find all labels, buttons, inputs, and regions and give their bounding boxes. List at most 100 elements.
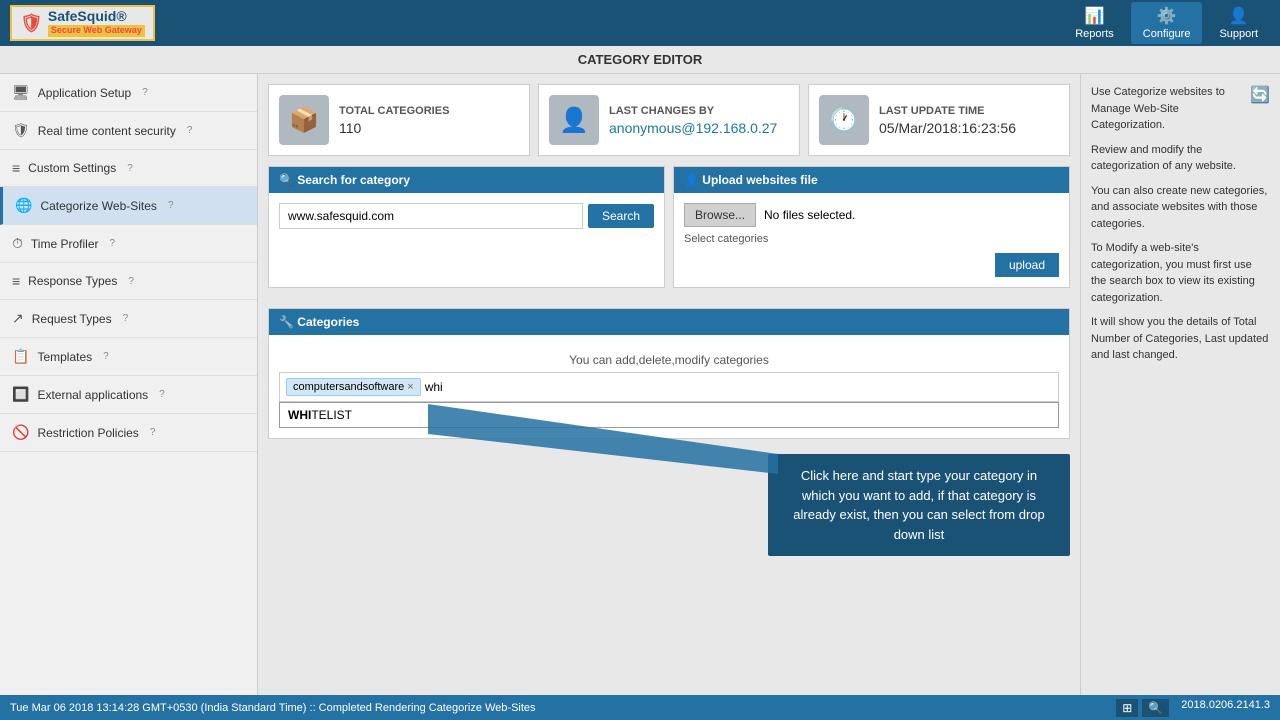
upload-button[interactable]: upload [995, 253, 1059, 277]
sidebar-label-time-profiler: Time Profiler [31, 237, 99, 251]
external-apps-help: ? [159, 389, 165, 400]
nav-support-button[interactable]: 👤 Support [1207, 2, 1270, 44]
categorize-help: ? [168, 200, 174, 211]
search-panel-header: 🔍 Search for category [269, 167, 664, 193]
sidebar-item-categorize-web-sites[interactable]: 🌐 Categorize Web-Sites ? [0, 187, 257, 225]
categories-body: You can add,delete,modify categories com… [269, 335, 1069, 438]
status-icon-btn-1[interactable]: ⊞ [1116, 699, 1138, 717]
last-update-label: LAST UPDATE TIME [879, 105, 1016, 117]
categorize-icon: 🌐 [15, 197, 32, 214]
sidebar-label-application-setup: Application Setup [38, 86, 131, 100]
application-setup-icon: 🖥 [12, 84, 30, 101]
right-info-line-4: To Modify a web-site's categorization, y… [1091, 240, 1270, 306]
sidebar-item-time-profiler[interactable]: ⏱ Time Profiler ? [0, 225, 257, 263]
logo-shield-icon: 🛡 [20, 13, 43, 34]
upload-row: Browse... No files selected. [684, 203, 1059, 227]
sidebar-item-application-setup[interactable]: 🖥 Application Setup ? [0, 74, 257, 112]
nav-reports-label: Reports [1075, 28, 1114, 40]
search-input-row: Search [279, 203, 654, 229]
templates-help: ? [103, 351, 109, 362]
category-dropdown: WHITELIST [279, 402, 1059, 428]
sidebar-item-real-time-content[interactable]: 🛡 Real time content security ? [0, 112, 257, 150]
no-file-text: No files selected. [764, 208, 855, 222]
tag-input-container[interactable]: computersandsoftware × [279, 372, 1059, 402]
custom-settings-help: ? [127, 163, 133, 174]
logo-text: SafeSquid® Secure Web Gateway [48, 9, 145, 36]
sidebar-item-request-types[interactable]: ↗ Request Types ? [0, 300, 257, 338]
configure-icon: ⚙️ [1157, 6, 1177, 26]
nav-configure-button[interactable]: ⚙️ Configure [1131, 2, 1203, 44]
custom-settings-icon: ≡ [12, 160, 20, 176]
page-title: CATEGORY EDITOR [0, 46, 1280, 74]
sidebar-label-request-types: Request Types [32, 312, 112, 326]
sidebar-item-templates[interactable]: 📋 Templates ? [0, 338, 257, 376]
upload-panel-body: Browse... No files selected. Select cate… [674, 193, 1069, 287]
sidebar-label-templates: Templates [37, 350, 92, 364]
stat-last-changes-text: LAST CHANGES BY anonymous@192.168.0.27 [609, 105, 777, 136]
sidebar-label-restriction: Restriction Policies [37, 426, 138, 440]
nav-buttons: 📊 Reports ⚙️ Configure 👤 Support [1063, 2, 1270, 44]
stat-total-categories: 📦 TOTAL CATEGORIES 110 [268, 84, 530, 156]
upload-header-text: 👤 Upload websites file [684, 173, 818, 187]
status-bar: Tue Mar 06 2018 13:14:28 GMT+0530 (India… [0, 695, 1280, 720]
dropdown-item-whitelist[interactable]: WHITELIST [280, 403, 1058, 427]
last-changes-label: LAST CHANGES BY [609, 105, 777, 117]
stat-total-categories-text: TOTAL CATEGORIES 110 [339, 105, 449, 136]
external-apps-icon: 🔲 [12, 386, 29, 403]
right-info-line-2: Review and modify the categorization of … [1091, 142, 1270, 175]
restriction-icon: 🚫 [12, 424, 29, 441]
categories-panel: 🔧 Categories You can add,delete,modify c… [268, 308, 1070, 439]
right-info-line-5: It will show you the details of Total Nu… [1091, 314, 1270, 364]
total-categories-label: TOTAL CATEGORIES [339, 105, 449, 117]
status-bar-version: 2018.0206.2141.3 [1181, 699, 1270, 717]
real-time-help: ? [187, 125, 193, 136]
sidebar-label-response-types: Response Types [28, 274, 117, 288]
status-icons: ⊞ 🔍 2018.0206.2141.3 [1116, 699, 1270, 717]
right-info-line-3: You can also create new categories, and … [1091, 183, 1270, 233]
dropdown-match-bold: WHI [288, 408, 311, 422]
nav-support-label: Support [1219, 28, 1258, 40]
sidebar-label-categorize: Categorize Web-Sites [40, 199, 157, 213]
search-button[interactable]: Search [588, 204, 654, 228]
categories-header-text: 🔧 Categories [279, 315, 359, 329]
right-info-panel: 🔄 Use Categorize websites to Manage Web-… [1080, 74, 1280, 695]
nav-reports-button[interactable]: 📊 Reports [1063, 2, 1126, 44]
status-bar-text: Tue Mar 06 2018 13:14:28 GMT+0530 (India… [10, 702, 536, 714]
upload-panel-header: 👤 Upload websites file [674, 167, 1069, 193]
sidebar: 🖥 Application Setup ? 🛡 Real time conten… [0, 74, 258, 695]
logo-name: SafeSquid® [48, 9, 145, 24]
last-update-icon: 🕐 [819, 95, 869, 145]
last-changes-icon: 👤 [549, 95, 599, 145]
annotation-container: Click here and start type your category … [268, 444, 1070, 556]
last-update-value: 05/Mar/2018:16:23:56 [879, 120, 1016, 136]
logo-area: 🛡 SafeSquid® Secure Web Gateway [10, 5, 1063, 40]
annotation-tooltip: Click here and start type your category … [768, 454, 1070, 556]
dropdown-match-rest: TELIST [311, 408, 352, 422]
search-panel-body: Search [269, 193, 664, 239]
right-info-line-1: Use Categorize websites to Manage Web-Si… [1091, 84, 1270, 134]
sidebar-label-external-apps: External applications [37, 388, 148, 402]
sidebar-item-response-types[interactable]: ≡ Response Types ? [0, 263, 257, 300]
sidebar-label-custom-settings: Custom Settings [28, 161, 116, 175]
category-tag-input[interactable] [425, 380, 580, 394]
restriction-help: ? [150, 427, 156, 438]
top-navigation: 🛡 SafeSquid® Secure Web Gateway 📊 Report… [0, 0, 1280, 46]
refresh-icon[interactable]: 🔄 [1250, 84, 1270, 108]
search-panel: 🔍 Search for category Search [268, 166, 665, 288]
logo-tagline: Secure Web Gateway [48, 25, 145, 37]
sidebar-item-restriction-policies[interactable]: 🚫 Restriction Policies ? [0, 414, 257, 452]
time-profiler-help: ? [110, 238, 116, 249]
status-icon-btn-2[interactable]: 🔍 [1142, 699, 1169, 717]
tag-remove-icon[interactable]: × [407, 381, 413, 393]
total-categories-icon: 📦 [279, 95, 329, 145]
main-layout: 🖥 Application Setup ? 🛡 Real time conten… [0, 74, 1280, 695]
browse-button[interactable]: Browse... [684, 203, 756, 227]
search-header-text: 🔍 Search for category [279, 173, 410, 187]
content-area: 📦 TOTAL CATEGORIES 110 👤 LAST CHANGES BY… [258, 74, 1080, 695]
nav-configure-label: Configure [1143, 28, 1191, 40]
sidebar-item-custom-settings[interactable]: ≡ Custom Settings ? [0, 150, 257, 187]
stats-row: 📦 TOTAL CATEGORIES 110 👤 LAST CHANGES BY… [268, 84, 1070, 156]
upload-panel: 👤 Upload websites file Browse... No file… [673, 166, 1070, 288]
sidebar-item-external-applications[interactable]: 🔲 External applications ? [0, 376, 257, 414]
search-input[interactable] [279, 203, 583, 229]
